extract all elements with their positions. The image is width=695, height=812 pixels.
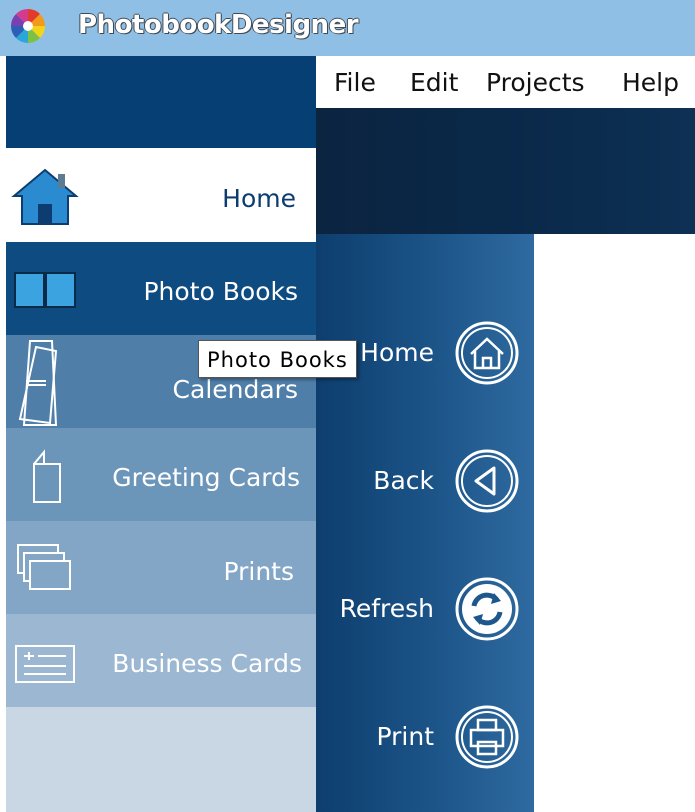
calendar-icon [18, 340, 58, 426]
sidebar-item-label: Calendars [172, 375, 298, 404]
content-area [534, 234, 695, 812]
sidebar-item-business-cards[interactable]: Business Cards [6, 614, 316, 707]
house-icon [11, 168, 79, 225]
prints-icon [17, 544, 71, 590]
action-home-label[interactable]: Home [360, 338, 434, 367]
print-circle-icon[interactable] [454, 704, 520, 770]
menu-help[interactable]: Help [622, 68, 679, 97]
app-title: PhotobookDesigner [78, 10, 359, 40]
sidebar-item-label: Home [222, 184, 296, 213]
sidebar-item-prints[interactable]: Prints [6, 521, 316, 614]
menu-edit[interactable]: Edit [410, 68, 458, 97]
home-circle-icon[interactable] [454, 320, 520, 386]
sidebar-empty-area [6, 707, 316, 812]
title-bar: PhotobookDesigner [0, 0, 695, 56]
action-back-label[interactable]: Back [373, 466, 434, 495]
photo-book-icon [14, 272, 76, 308]
app-logo-icon [11, 9, 45, 43]
menu-projects[interactable]: Projects [486, 68, 585, 97]
menu-file[interactable]: File [334, 68, 376, 97]
action-print-label[interactable]: Print [376, 722, 434, 751]
tooltip: Photo Books [198, 340, 357, 378]
back-circle-icon[interactable] [454, 448, 520, 514]
sidebar-item-label: Photo Books [143, 277, 298, 306]
sidebar-header [6, 56, 316, 148]
action-panel: Home Back Refresh Print [316, 234, 534, 812]
menu-bar: File Edit Projects Help [316, 56, 695, 108]
sidebar-item-photo-books[interactable]: Photo Books [6, 242, 316, 335]
sidebar-item-label: Prints [223, 557, 294, 586]
sidebar-item-label: Business Cards [112, 649, 302, 678]
action-refresh-label[interactable]: Refresh [340, 594, 434, 623]
greeting-card-icon [33, 449, 61, 503]
sidebar-item-greeting-cards[interactable]: Greeting Cards [6, 428, 316, 521]
business-card-icon [15, 645, 75, 683]
sidebar-item-home[interactable]: Home [6, 148, 316, 242]
toolbar-band [316, 108, 695, 234]
sidebar-item-label: Greeting Cards [112, 463, 300, 492]
refresh-circle-icon[interactable] [454, 576, 520, 642]
